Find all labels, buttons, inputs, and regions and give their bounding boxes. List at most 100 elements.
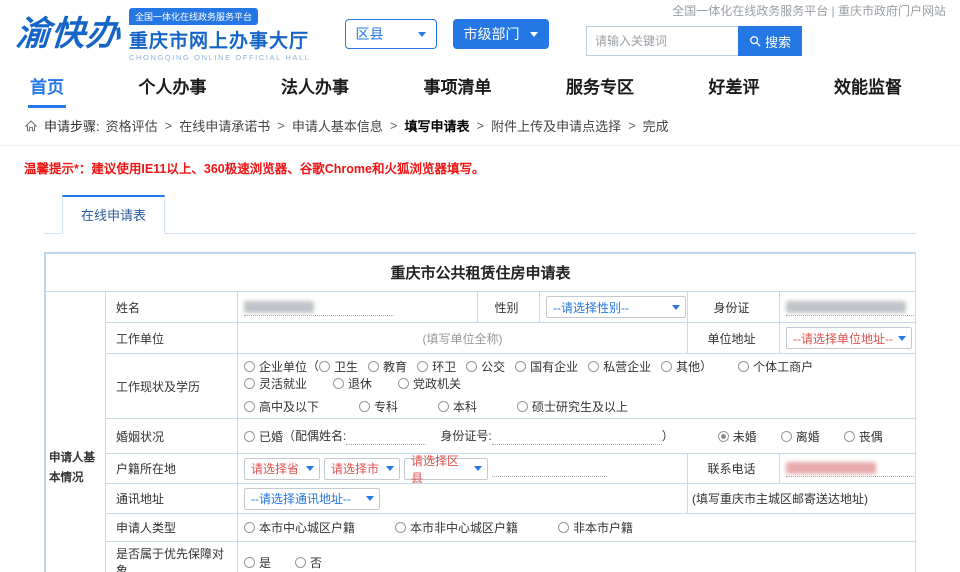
radio-icon [661,361,673,373]
contact-address-select[interactable]: --请选择通讯地址-- [244,487,380,510]
nav-item-rating[interactable]: 好差评 [707,67,762,108]
marriage-label: 婚姻状况 [105,418,238,455]
employer-input[interactable]: (填写单位全称) [237,322,688,354]
radio-icon [368,361,380,373]
site-name-en: CHONGQING ONLINE OFFICIAL HALL [129,52,311,62]
household-detail-input[interactable] [492,460,607,478]
work-status-label: 工作现状及学历 [105,352,238,420]
search-input[interactable] [586,26,738,56]
radio-option[interactable]: 专科 [359,398,398,415]
radio-option-yes[interactable]: 是 [244,554,271,571]
contact-address-note: (填写重庆市主城区邮寄送达地址) [686,483,917,515]
radio-icon [398,378,410,390]
main-nav: 首页 个人办事 法人办事 事项清单 服务专区 好差评 效能监督 [0,64,960,108]
spouse-name-label: 配偶姓名: [295,429,347,444]
nav-item-home[interactable]: 首页 [28,67,66,108]
applicant-type-label: 申请人类型 [105,513,238,543]
step-item-current: 填写申请表 [404,119,470,134]
radio-icon [244,522,255,534]
employer-addr-label: 单位地址 [687,322,780,354]
radio-icon [780,431,792,443]
employer-addr-select[interactable]: --请选择单位地址-- [786,327,912,349]
radio-option[interactable]: 高中及以下 [244,398,319,415]
phone-value-cell[interactable] [778,453,917,485]
radio-option[interactable]: 环卫 [417,358,456,375]
notice-wrap: 温馨提示*：建议使用IE11以上、360极速浏览器、谷歌Chrome和火狐浏览器… [0,145,960,185]
chevron-down-icon [386,466,394,472]
employer-addr-cell: --请选择单位地址-- [778,322,917,354]
nav-item-service-zone[interactable]: 服务专区 [564,67,636,108]
radio-option[interactable]: 灵活就业 [244,375,307,392]
nav-item-efficiency-supervision[interactable]: 效能监督 [832,67,904,108]
radio-icon [244,556,255,568]
contact-address-cell: --请选择通讯地址-- [237,483,688,515]
logo-banner: 全国一体化在线政务服务平台 [129,7,259,25]
phone-input[interactable] [786,460,914,478]
radio-option-divorced[interactable]: 离婚 [780,428,820,445]
radio-option[interactable]: 卫生 [319,358,358,375]
radio-option[interactable]: 私营企业 [588,358,651,375]
spouse-id-input[interactable] [491,428,662,446]
chevron-down-icon [306,466,314,472]
tab-bar: 在线申请表 [44,195,916,234]
radio-icon [466,361,478,373]
radio-option[interactable]: 党政机关 [398,375,461,392]
radio-option[interactable]: 退休 [333,375,372,392]
radio-option[interactable]: 企业单位 [244,358,307,375]
radio-option-no[interactable]: 否 [295,554,322,571]
paren-open: （ [283,429,296,444]
id-card-value-cell[interactable] [778,291,917,323]
step-item: 完成 [642,119,669,134]
nav-item-matter-list[interactable]: 事项清单 [422,67,494,108]
group-label-applicant-basic-info: 申请人基本情况 [45,290,106,572]
radio-option[interactable]: 国有企业 [515,358,578,375]
radio-option[interactable]: 个体工商户 [738,358,813,375]
tab-online-application-form[interactable]: 在线申请表 [62,195,166,234]
paren-close: ） [700,359,713,373]
name-value-cell[interactable] [237,291,478,323]
nav-item-personal-affairs[interactable]: 个人办事 [137,67,209,108]
radio-option[interactable]: 教育 [368,358,407,375]
radio-icon [295,556,307,568]
step-item: 在线申请承诺书 [179,119,271,134]
id-card-input[interactable] [786,299,914,316]
radio-icon [359,401,371,413]
chevron-down-icon [474,466,482,472]
step-separator: > [628,118,636,133]
breadcrumb-steps: 申请步骤: 资格评估 > 在线申请承诺书 > 申请人基本信息 > 填写申请表 >… [0,108,960,145]
radio-option[interactable]: 非本市户籍 [558,519,633,536]
search-icon [750,36,761,47]
radio-option[interactable]: 本科 [438,398,477,415]
steps-prefix: 申请步骤: [44,119,100,134]
search-button-label: 搜索 [764,34,791,50]
spouse-name-input[interactable] [346,428,427,446]
radio-option[interactable]: 本市中心城区户籍 [244,519,355,536]
radio-icon [244,401,255,413]
radio-option[interactable]: 本市非中心城区户籍 [395,519,518,536]
gender-select[interactable]: --请选择性别-- [546,296,686,318]
province-select[interactable]: 请选择省 [244,457,320,480]
search-button[interactable]: 搜索 [738,26,802,56]
nav-item-legal-person-affairs[interactable]: 法人办事 [279,67,351,108]
name-input[interactable] [244,299,394,316]
radio-option-widowed[interactable]: 丧偶 [843,428,883,445]
browser-notice: 温馨提示*：建议使用IE11以上、360极速浏览器、谷歌Chrome和火狐浏览器… [24,162,485,176]
district-dropdown[interactable]: 区县 [344,19,437,49]
radio-option-married[interactable]: 已婚 [244,428,283,445]
brand-logo: 渝快办 [14,15,123,53]
radio-option-unmarried[interactable]: 未婚 [717,428,757,445]
radio-option[interactable]: 硕士研究生及以上 [517,398,628,415]
city-select[interactable]: 请选择市 [324,457,400,480]
contact-address-label: 通讯地址 [105,483,238,515]
radio-option[interactable]: 公交 [466,358,505,375]
masked-value [786,462,876,475]
county-select[interactable]: 请选择区县 [404,454,488,485]
priority-options: 是否 [236,541,917,572]
household-selects: 请选择省 请选择市 请选择区县 [237,453,688,485]
radio-icon [517,401,529,413]
radio-option[interactable]: 其他 [661,358,700,375]
chevron-down-icon [672,304,680,310]
site-name: 重庆市网上办事大厅 [129,30,310,52]
radio-icon [395,522,407,534]
department-dropdown[interactable]: 市级部门 [452,19,549,49]
